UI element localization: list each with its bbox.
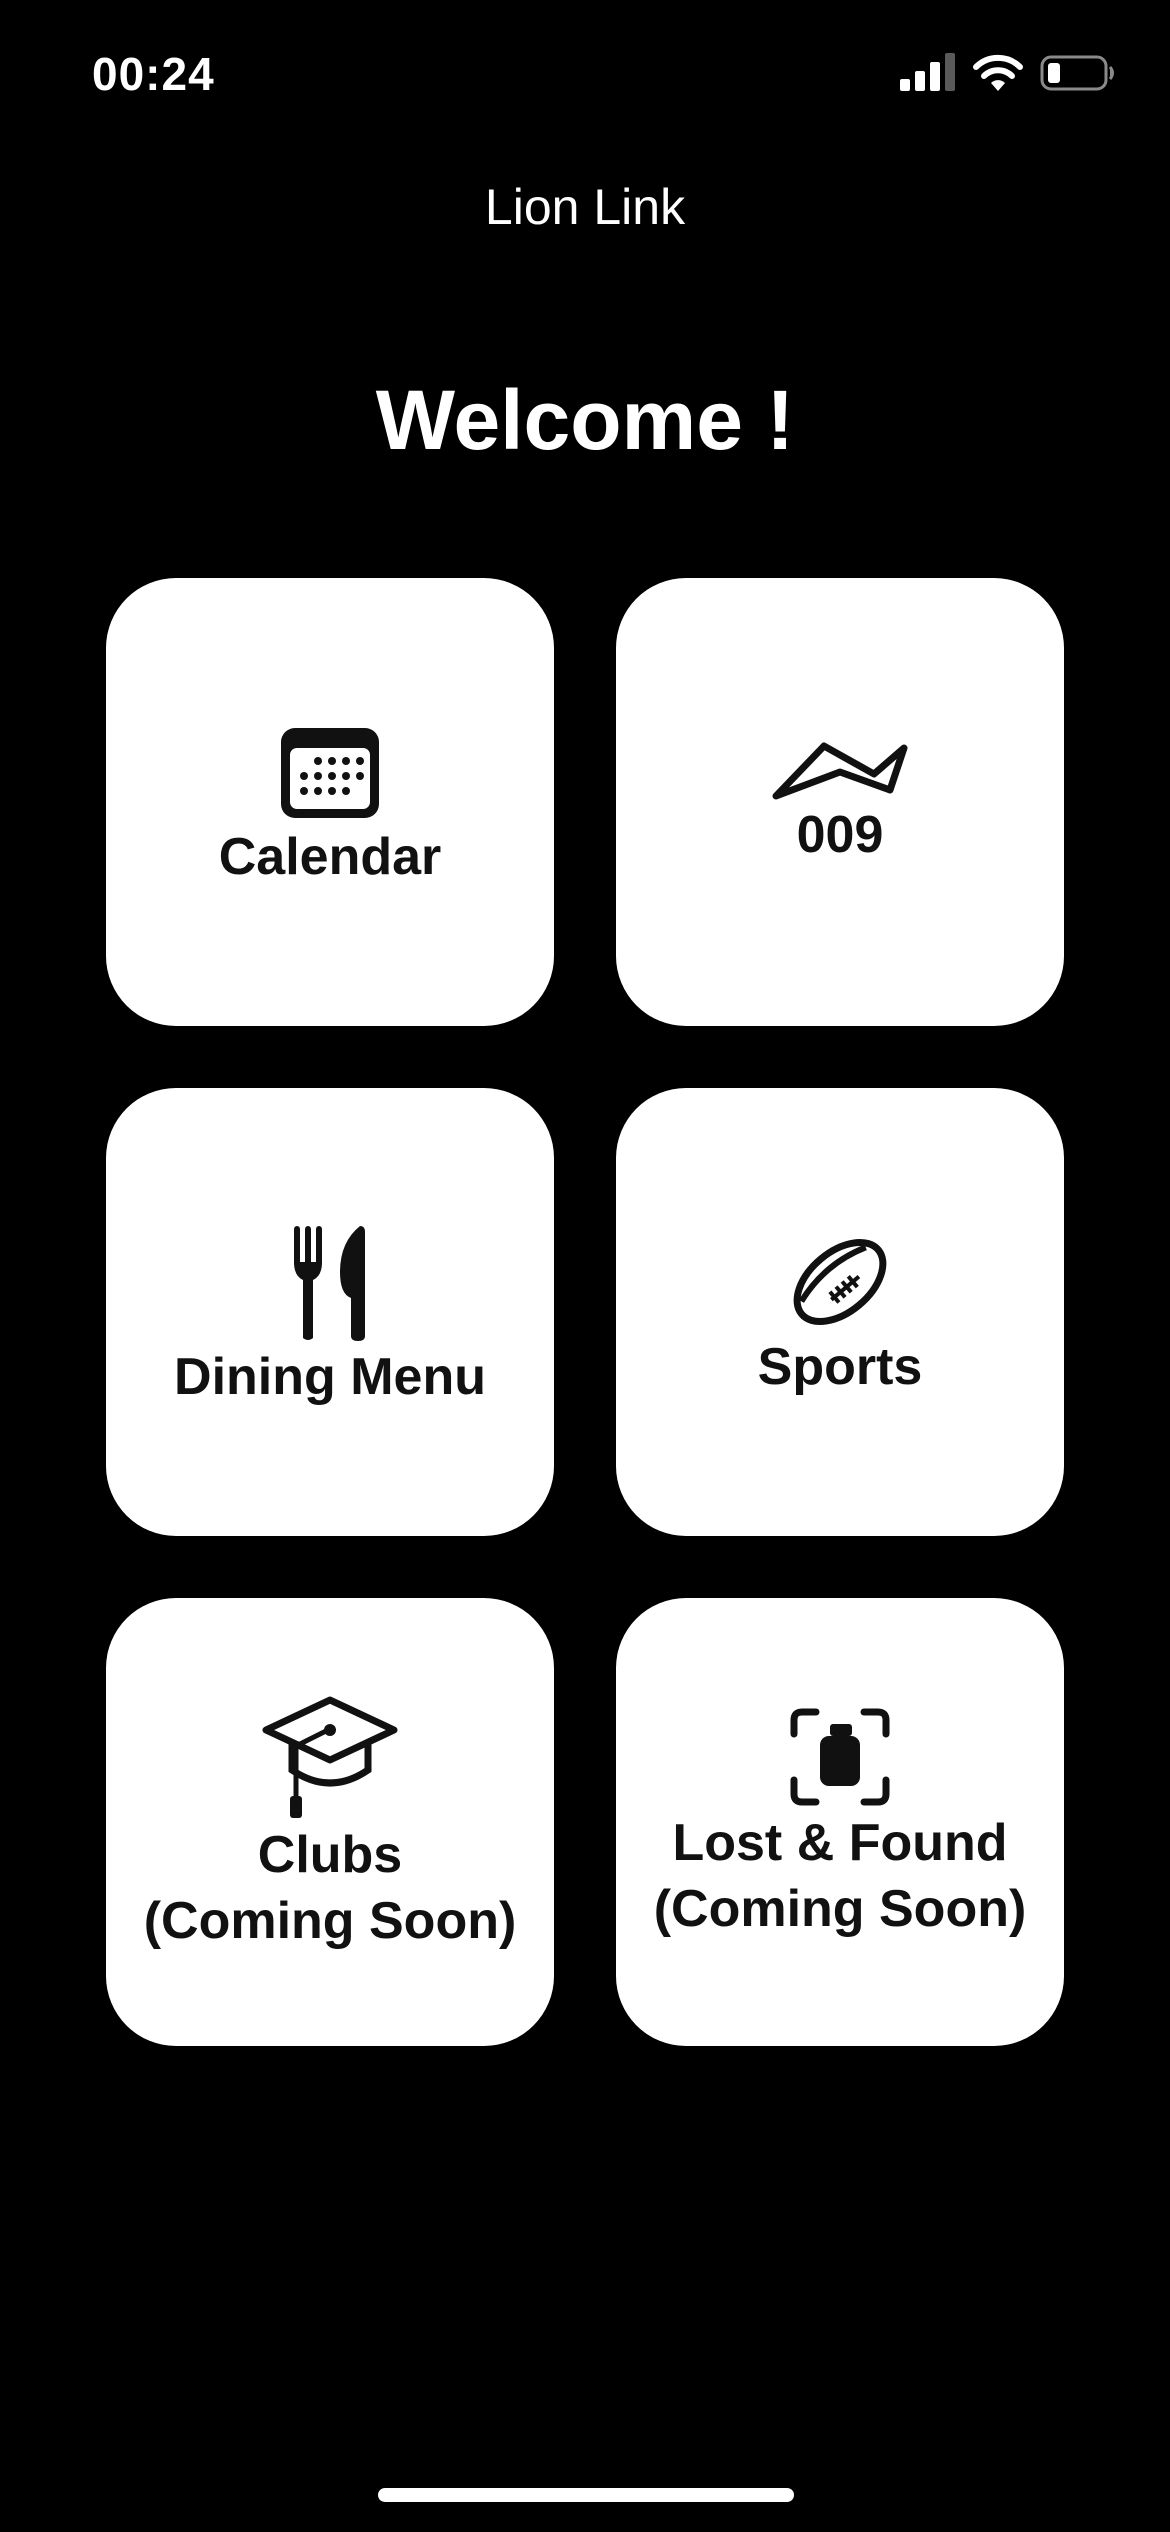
status-icons <box>900 50 1116 96</box>
welcome-heading: Welcome ! <box>375 373 795 467</box>
tile-009[interactable]: 009 <box>616 578 1064 1026</box>
calendar-icon <box>281 728 379 818</box>
graduation-cap-icon <box>262 1696 398 1818</box>
home-indicator[interactable] <box>378 2488 794 2502</box>
football-icon <box>793 1238 887 1326</box>
sports-tile[interactable]: Sports <box>616 1088 1064 1536</box>
wave-icon <box>772 742 908 800</box>
dining-menu-label: Dining Menu <box>174 1348 486 1406</box>
calendar-tile[interactable]: Calendar <box>106 578 554 1026</box>
battery-icon <box>1040 55 1114 91</box>
nav-title: Lion Link <box>484 179 686 235</box>
wifi-icon <box>973 54 1023 91</box>
lost-found-tile[interactable]: Lost & Found (Coming Soon) <box>616 1598 1064 2046</box>
object-scan-icon <box>790 1708 890 1806</box>
calendar-label: Calendar <box>218 828 442 886</box>
clubs-subtitle: (Coming Soon) <box>143 1892 517 1950</box>
tile-009-label: 009 <box>796 806 884 864</box>
status-time: 00:24 <box>92 48 215 100</box>
lost-found-subtitle: (Coming Soon) <box>653 1880 1027 1938</box>
fork-knife-icon <box>294 1226 365 1341</box>
lost-found-label: Lost & Found <box>672 1814 1008 1872</box>
dining-menu-tile[interactable]: Dining Menu <box>106 1088 554 1536</box>
sports-label: Sports <box>757 1338 923 1396</box>
clubs-label: Clubs <box>257 1826 403 1884</box>
cellular-signal-icon <box>900 53 955 91</box>
clubs-tile[interactable]: Clubs (Coming Soon) <box>106 1598 554 2046</box>
